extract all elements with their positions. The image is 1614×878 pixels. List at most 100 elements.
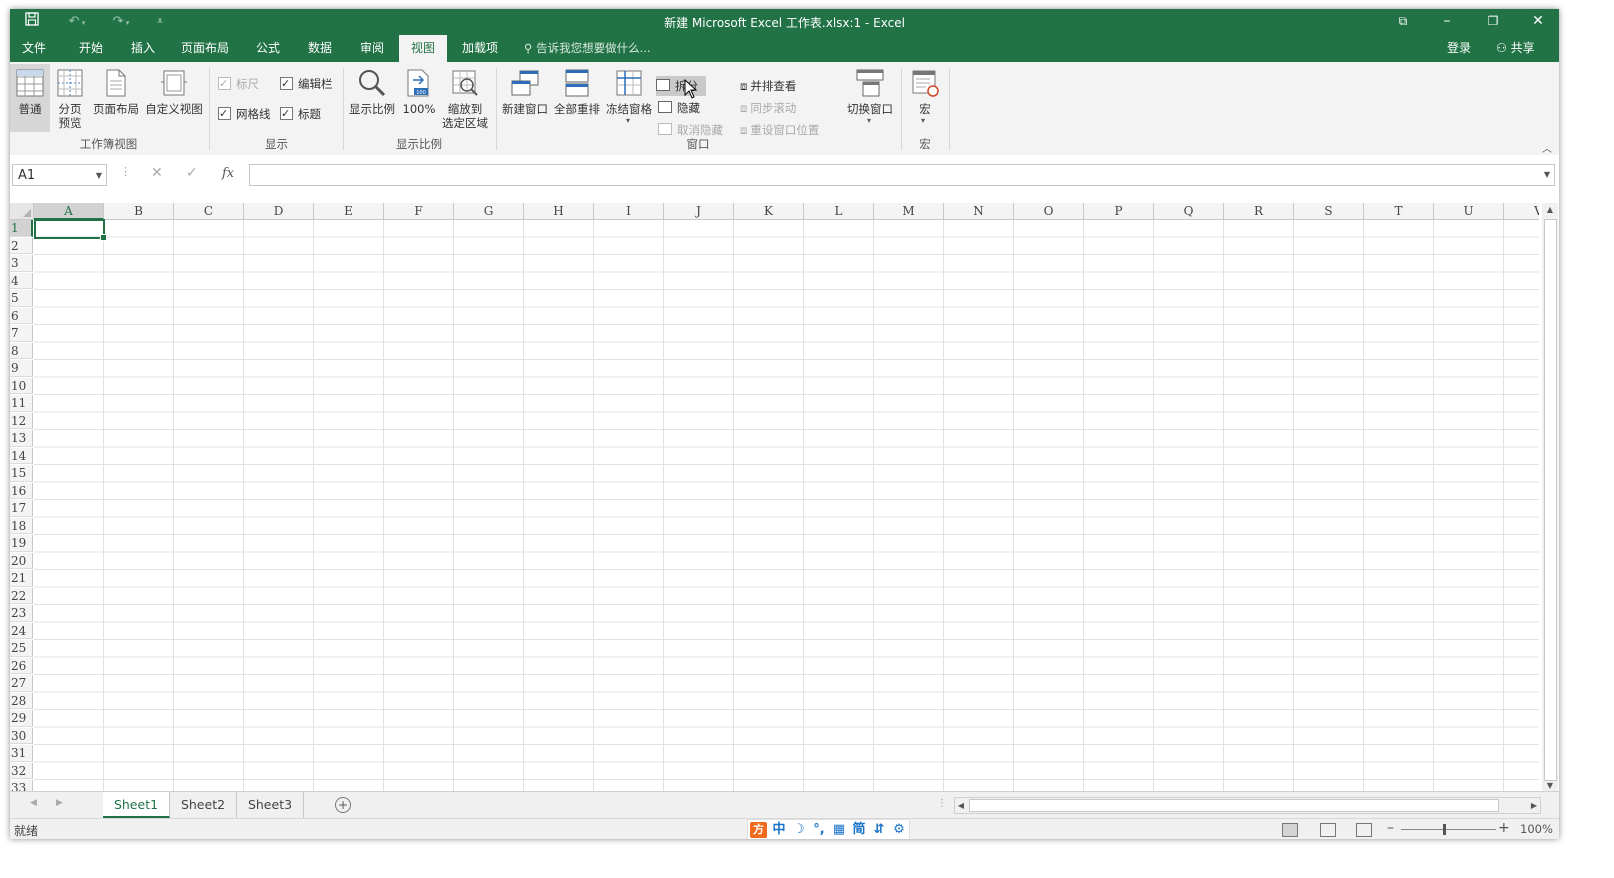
row-header-2[interactable]: 2 — [10, 237, 33, 254]
row-header-8[interactable]: 8 — [10, 342, 33, 359]
row-header-7[interactable]: 7 — [10, 325, 33, 342]
headings-checkbox[interactable]: 标题 — [280, 104, 321, 124]
tab-insert[interactable]: 插入 — [122, 35, 164, 62]
collapse-ribbon-icon[interactable]: ︿ — [1542, 140, 1552, 155]
row-header-1[interactable]: 1 — [10, 220, 33, 237]
row-header-15[interactable]: 15 — [10, 465, 33, 482]
zoom-out-icon[interactable]: – — [1387, 820, 1394, 836]
vertical-scroll-thumb[interactable] — [1544, 219, 1557, 781]
column-header-t[interactable]: T — [1364, 203, 1434, 220]
row-header-28[interactable]: 28 — [10, 692, 33, 709]
hide-button[interactable]: 隐藏 — [658, 98, 700, 118]
row-header-19[interactable]: 19 — [10, 535, 33, 552]
scroll-left-icon[interactable]: ◀ — [955, 798, 967, 813]
column-header-h[interactable]: H — [524, 203, 594, 220]
formula-input[interactable]: ▼ — [249, 164, 1555, 186]
column-header-d[interactable]: D — [244, 203, 314, 220]
sheet-tab-sheet1[interactable]: Sheet1 — [103, 792, 170, 818]
row-header-4[interactable]: 4 — [10, 272, 33, 289]
tab-file[interactable]: 文件 — [16, 35, 52, 62]
row-header-13[interactable]: 13 — [10, 430, 33, 447]
synchronous-scrolling-button[interactable]: ⧈ 同步滚动 — [740, 98, 796, 118]
row-header-32[interactable]: 32 — [10, 762, 33, 779]
formula-bar-checkbox[interactable]: 编辑栏 — [280, 74, 333, 94]
insert-function-icon[interactable]: fx — [222, 166, 234, 181]
column-header-p[interactable]: P — [1084, 203, 1154, 220]
row-header-17[interactable]: 17 — [10, 500, 33, 517]
column-header-b[interactable]: B — [104, 203, 174, 220]
ime-settings-icon[interactable]: ⚙ — [889, 820, 909, 839]
row-header-22[interactable]: 22 — [10, 587, 33, 604]
ime-moon-icon[interactable]: ☽ — [789, 820, 809, 839]
row-header-6[interactable]: 6 — [10, 307, 33, 324]
row-header-14[interactable]: 14 — [10, 447, 33, 464]
ime-logo[interactable]: 方 — [750, 822, 767, 838]
column-header-n[interactable]: N — [944, 203, 1014, 220]
add-sheet-icon[interactable]: + — [335, 797, 351, 813]
tab-page-layout[interactable]: 页面布局 — [176, 35, 234, 62]
tab-home[interactable]: 开始 — [70, 35, 112, 62]
row-header-21[interactable]: 21 — [10, 570, 33, 587]
freeze-panes-button[interactable]: 冻结窗格 ▾ — [604, 64, 654, 136]
column-header-l[interactable]: L — [804, 203, 874, 220]
column-header-m[interactable]: M — [874, 203, 944, 220]
page-break-view-icon[interactable] — [1356, 823, 1372, 837]
column-header-k[interactable]: K — [734, 203, 804, 220]
row-header-11[interactable]: 11 — [10, 395, 33, 412]
row-header-12[interactable]: 12 — [10, 412, 33, 429]
row-header-33[interactable]: 33 — [10, 780, 33, 791]
zoom-slider[interactable] — [1401, 829, 1496, 830]
column-header-g[interactable]: G — [454, 203, 524, 220]
column-header-i[interactable]: I — [594, 203, 664, 220]
column-header-q[interactable]: Q — [1154, 203, 1224, 220]
column-header-r[interactable]: R — [1224, 203, 1294, 220]
chevron-down-icon[interactable]: ▼ — [96, 165, 102, 187]
custom-views-button[interactable]: 自定义视图 — [144, 64, 204, 132]
column-header-j[interactable]: J — [664, 203, 734, 220]
ruler-checkbox[interactable]: 标尺 — [218, 74, 259, 94]
row-header-26[interactable]: 26 — [10, 657, 33, 674]
page-layout-view-icon[interactable] — [1320, 823, 1336, 837]
page-break-preview-button[interactable]: 分页 预览 — [52, 64, 88, 132]
name-box[interactable]: A1 ▼ — [12, 164, 107, 186]
row-header-3[interactable]: 3 — [10, 255, 33, 272]
enter-icon[interactable]: ✓ — [186, 165, 198, 181]
column-header-o[interactable]: O — [1014, 203, 1084, 220]
zoom-to-selection-button[interactable]: 缩放到 选定区域 — [440, 64, 490, 136]
column-header-f[interactable]: F — [384, 203, 454, 220]
tab-formulas[interactable]: 公式 — [246, 35, 290, 62]
macros-button[interactable]: 宏 ▾ — [905, 64, 945, 136]
tell-me-search[interactable]: ⚲ 告诉我您想要做什么... — [524, 35, 651, 62]
sheet-tab-sheet3[interactable]: Sheet3 — [237, 792, 304, 818]
active-cell-a1[interactable] — [34, 219, 107, 241]
zoom-in-icon[interactable]: + — [1498, 820, 1510, 836]
scroll-up-icon[interactable]: ▲ — [1542, 203, 1558, 217]
ime-punctuation-icon[interactable]: °, — [809, 820, 829, 839]
row-header-23[interactable]: 23 — [10, 605, 33, 622]
horizontal-scrollbar[interactable]: ◀ ▶ — [954, 797, 1541, 814]
ime-chinese-mode[interactable]: 中 — [769, 820, 789, 839]
zoom-100-button[interactable]: 100 100% — [400, 64, 438, 132]
column-header-s[interactable]: S — [1294, 203, 1364, 220]
row-header-29[interactable]: 29 — [10, 710, 33, 727]
row-header-20[interactable]: 20 — [10, 552, 33, 569]
zoom-button[interactable]: 显示比例 — [347, 64, 397, 132]
select-all-button[interactable] — [10, 203, 34, 220]
column-header-c[interactable]: C — [174, 203, 244, 220]
restore-button[interactable]: ❐ — [1470, 9, 1516, 35]
column-header-a[interactable]: A — [34, 203, 104, 220]
ribbon-display-options-icon[interactable]: ⧉ — [1380, 9, 1426, 35]
previous-sheet-icon[interactable]: ◀ — [30, 798, 37, 808]
share-button[interactable]: ⚇ 共享 — [1496, 35, 1535, 62]
next-sheet-icon[interactable]: ▶ — [56, 798, 63, 808]
tab-add-ins[interactable]: 加载项 — [456, 35, 504, 62]
switch-windows-button[interactable]: 切换窗口 ▾ — [842, 64, 898, 136]
row-header-27[interactable]: 27 — [10, 675, 33, 692]
row-header-10[interactable]: 10 — [10, 377, 33, 394]
column-header-u[interactable]: U — [1434, 203, 1504, 220]
column-header-e[interactable]: E — [314, 203, 384, 220]
minimize-button[interactable]: – — [1424, 9, 1470, 35]
gridlines-checkbox[interactable]: 网格线 — [218, 104, 271, 124]
column-header-v[interactable]: V — [1504, 203, 1539, 220]
zoom-level[interactable]: 100% — [1520, 822, 1553, 836]
